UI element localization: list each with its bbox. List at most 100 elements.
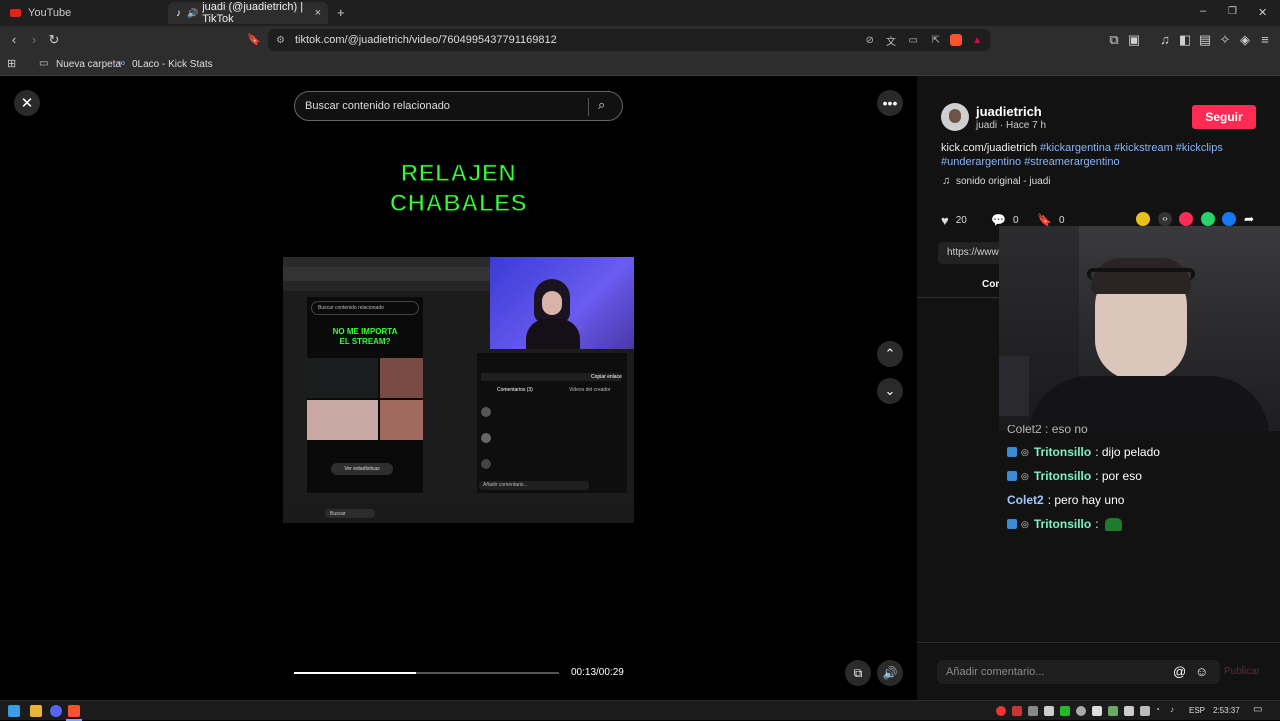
back-icon[interactable]: ‹: [6, 26, 22, 54]
tray-icon[interactable]: [1108, 706, 1118, 716]
close-window-button[interactable]: ✕: [1258, 6, 1267, 19]
video-player[interactable]: Buscar contenido relacionado ⌕ RELAJEN C…: [283, 76, 634, 700]
menu-icon[interactable]: ≡: [1257, 26, 1273, 54]
tray-icon[interactable]: [1076, 706, 1086, 716]
inner-clip-1: [307, 358, 378, 398]
hashtag[interactable]: #kickclips: [1176, 142, 1223, 154]
inner-streamer-body: [526, 319, 580, 349]
reload-icon[interactable]: ↻: [46, 26, 62, 54]
translate-icon[interactable]: 文: [886, 33, 896, 48]
author-username[interactable]: juadietrich: [976, 104, 1042, 119]
heart-icon: ♥: [941, 213, 949, 228]
send-icon[interactable]: [1179, 212, 1193, 226]
notifications-icon[interactable]: ▭: [1253, 704, 1262, 715]
bookmark-folder[interactable]: Nueva carpeta: [56, 59, 121, 70]
cam-headphones: [1087, 268, 1195, 280]
wifi-icon[interactable]: ◔: [1155, 705, 1160, 714]
no-camera-icon[interactable]: ⊘: [866, 35, 874, 46]
apps-icon[interactable]: ⊞: [7, 57, 16, 70]
address-bar[interactable]: ⚙ tiktok.com/@juadietrich/video/76049954…: [268, 29, 990, 51]
forward-icon[interactable]: ›: [26, 26, 42, 54]
tray-icon[interactable]: [1140, 706, 1150, 716]
language-indicator[interactable]: ESP: [1189, 706, 1205, 715]
new-tab-button[interactable]: +: [337, 5, 345, 20]
inner-webcam: [490, 257, 634, 349]
video-caption-line1: RELAJEN: [400, 159, 517, 187]
hashtag[interactable]: #streamerargentino: [1024, 156, 1119, 168]
tab-close-icon[interactable]: ×: [315, 7, 321, 19]
chat-username: Tritonsillo: [1033, 445, 1092, 459]
kick-stats-icon: ∞: [118, 58, 126, 69]
publish-button[interactable]: Publicar: [1224, 666, 1260, 677]
bookmark-icon[interactable]: 🔖: [246, 26, 262, 54]
emoji-icon[interactable]: ☺: [1195, 664, 1208, 679]
tray-icon[interactable]: [1092, 706, 1102, 716]
chat-username: Tritonsillo: [1033, 469, 1092, 483]
progress-bar[interactable]: [294, 672, 559, 674]
inner-avatar-3: [481, 459, 491, 469]
file-explorer-icon[interactable]: [30, 705, 42, 717]
tray-icon[interactable]: [996, 706, 1006, 716]
rewards-icon[interactable]: ▲: [972, 35, 982, 46]
tray-icon[interactable]: [1044, 706, 1054, 716]
volume-icon[interactable]: 🔊: [877, 660, 903, 686]
avatar[interactable]: [941, 103, 969, 131]
more-options-icon[interactable]: •••: [877, 90, 903, 116]
tray-icon[interactable]: [1124, 706, 1134, 716]
hashtag[interactable]: #kickstream: [1114, 142, 1173, 154]
clock[interactable]: 2:53:37: [1213, 706, 1240, 715]
bookmark-kick-stats[interactable]: 0Laco - Kick Stats: [132, 59, 213, 70]
inner-clip-4: [380, 400, 423, 440]
previous-video-icon[interactable]: ⌃: [877, 341, 903, 367]
volume-tray-icon[interactable]: ♪: [1170, 705, 1174, 714]
tab-youtube[interactable]: YouTube: [2, 2, 168, 24]
comment-input[interactable]: Añadir comentario... @ ☺: [937, 660, 1220, 684]
save-button[interactable]: 🔖 0: [1037, 213, 1065, 227]
share-icon[interactable]: ⇱: [932, 35, 940, 46]
comment-button[interactable]: 💬 0: [991, 213, 1019, 227]
restore-button[interactable]: ❐: [1228, 6, 1237, 17]
like-button[interactable]: ♥ 20: [941, 213, 967, 228]
tray-icon[interactable]: [1012, 706, 1022, 716]
mention-icon[interactable]: @: [1173, 664, 1186, 679]
vpn-icon[interactable]: ◈: [1237, 26, 1253, 54]
search-input[interactable]: Buscar contenido relacionado ⌕: [294, 91, 623, 121]
share-arrow-icon[interactable]: ➦: [1244, 212, 1254, 226]
hashtag[interactable]: #underargentino: [941, 156, 1021, 168]
tray-icon[interactable]: [1060, 706, 1070, 716]
windows-start-icon[interactable]: [8, 705, 20, 717]
repost-icon[interactable]: [1136, 212, 1150, 226]
follow-button[interactable]: Seguir: [1192, 105, 1256, 129]
music-icon[interactable]: ♫: [1157, 26, 1173, 54]
inner-creator-tab: Videos del creador: [569, 387, 611, 393]
tray-icon[interactable]: [1028, 706, 1038, 716]
inner-clip-3: [307, 400, 378, 440]
video-caption-line2: CHABALES: [389, 189, 528, 217]
brave-shield-icon[interactable]: [950, 34, 962, 46]
embed-icon[interactable]: ‹›: [1158, 212, 1172, 226]
whatsapp-icon[interactable]: [1201, 212, 1215, 226]
inner-avatar-1: [481, 407, 491, 417]
inner-search: Buscar contenido relacionado: [311, 301, 419, 315]
reader-icon[interactable]: ▭: [909, 35, 918, 46]
wallet-icon[interactable]: ▣: [1126, 26, 1142, 54]
gamepad-icon: ◎: [1021, 518, 1029, 529]
extensions-icon[interactable]: ⧉: [1106, 26, 1122, 54]
tab-tiktok[interactable]: ♪ 🔊 juadi (@juadietrich) | TikTok ×: [168, 1, 328, 25]
floating-player-icon[interactable]: ⧉: [845, 660, 871, 686]
ai-icon[interactable]: ✧: [1217, 26, 1233, 54]
next-video-icon[interactable]: ⌄: [877, 378, 903, 404]
close-icon[interactable]: ✕: [14, 90, 40, 116]
sound-name[interactable]: sonido original - juadi: [956, 176, 1051, 187]
search-icon[interactable]: ⌕: [598, 97, 605, 113]
cam-shirt: [1029, 376, 1269, 431]
tab-icon[interactable]: ▤: [1197, 26, 1213, 54]
minimize-button[interactable]: –: [1200, 5, 1206, 17]
sidebar-icon[interactable]: ◧: [1177, 26, 1193, 54]
hashtag[interactable]: #kickargentina: [1040, 142, 1111, 154]
discord-icon[interactable]: [50, 705, 62, 717]
brave-icon[interactable]: [68, 705, 80, 717]
site-settings-icon[interactable]: ⚙: [276, 35, 285, 46]
facebook-icon[interactable]: [1222, 212, 1236, 226]
inner-video: Buscar contenido relacionado NO ME IMPOR…: [307, 297, 423, 493]
